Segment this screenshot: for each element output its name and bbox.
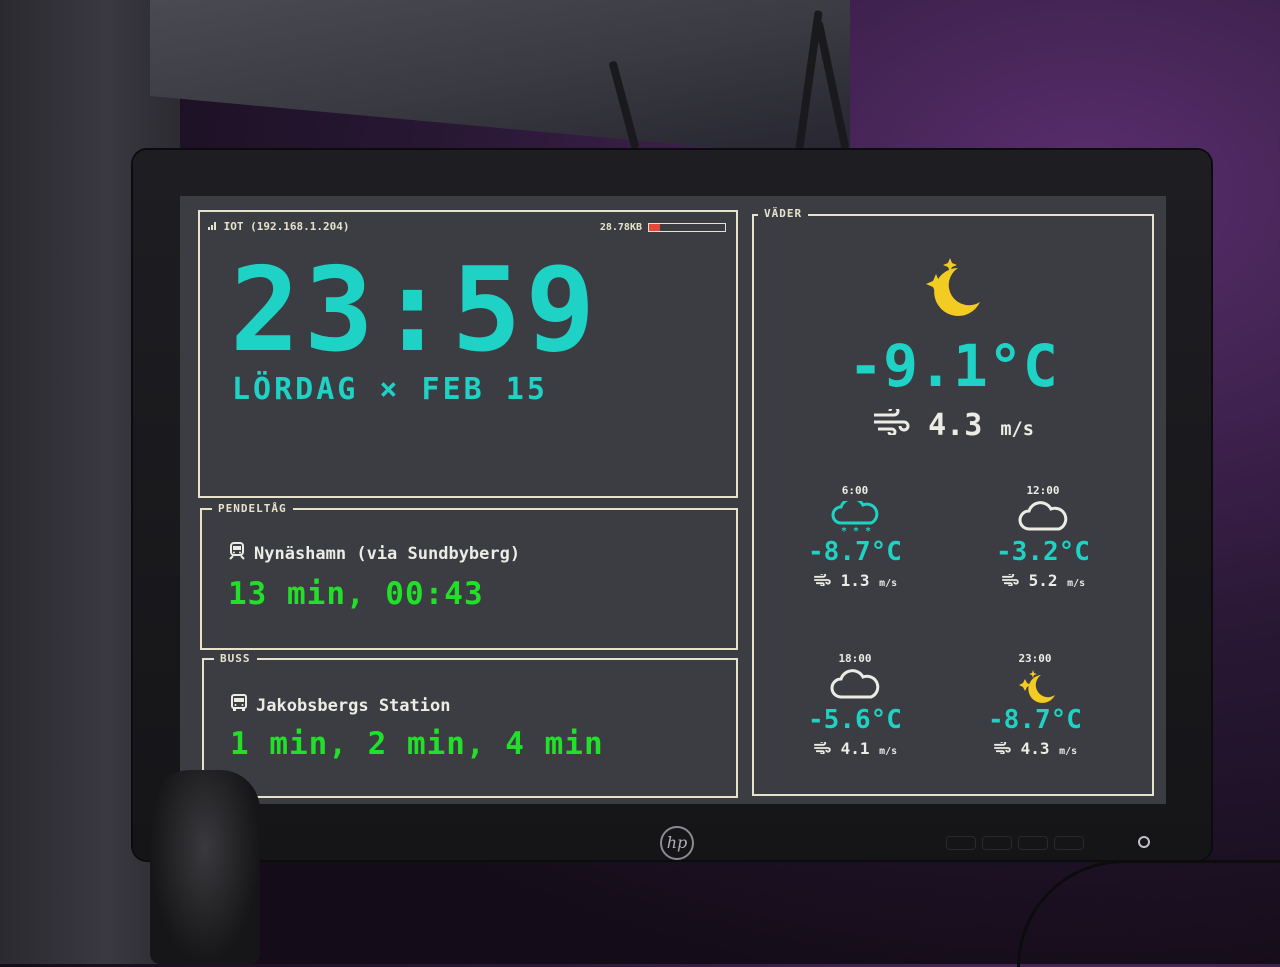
forecast-wind-unit: m/s xyxy=(1059,746,1078,757)
signal-icon xyxy=(208,220,224,233)
bus-icon xyxy=(230,694,248,717)
forecast-time: 6:00 xyxy=(841,484,869,497)
forecast-time: 12:00 xyxy=(1026,484,1060,497)
clock-date: LÖRDAG × FEB 15 xyxy=(232,372,548,407)
cloud-snow-icon: * * * xyxy=(831,501,879,535)
cloud-icon xyxy=(1018,501,1068,531)
weather-panel: VÄDER -9.1°C 4.3 m/s 6:00 * * * -8.7°C 1… xyxy=(752,206,1154,796)
forecast-temperature: -5.6°C xyxy=(808,705,902,735)
current-wind: 4.3 m/s xyxy=(754,405,1152,443)
bus-panel: BUSS Jakobsbergs Station 1 min, 2 min, 4… xyxy=(202,651,738,798)
bus-departures: 1 min, 2 min, 4 min xyxy=(230,726,604,762)
monitor-button[interactable] xyxy=(1018,836,1048,850)
train-route: Nynäshamn (via Sundbyberg) xyxy=(228,542,520,565)
network-status: IOT (192.168.1.204) xyxy=(208,220,349,233)
wind-icon xyxy=(993,739,1011,758)
svg-text:* * *: * * * xyxy=(841,526,871,535)
bottle xyxy=(150,770,260,964)
current-wind-unit: m/s xyxy=(1000,419,1034,440)
moon-stars-icon xyxy=(1019,670,1055,703)
moon-stars-icon xyxy=(914,256,986,324)
forecast-wind-unit: m/s xyxy=(1067,578,1086,589)
train-panel-label: PENDELTÅG xyxy=(212,501,293,517)
forecast-wind: 1.3 m/s xyxy=(770,571,940,590)
forecast-0600: 6:00 * * * -8.7°C 1.3 m/s xyxy=(770,484,940,590)
memory-value: 28.78KB xyxy=(599,222,642,233)
forecast-wind-speed: 4.1 xyxy=(840,739,870,758)
clock-panel: IOT (192.168.1.204) 28.78KB 23:59 LÖRDAG… xyxy=(198,210,738,498)
memory-status: 28.78KB xyxy=(600,222,726,233)
memory-bar xyxy=(648,223,726,232)
monitor-button[interactable] xyxy=(946,836,976,850)
bus-route-name: Jakobsbergs Station xyxy=(256,695,451,716)
forecast-wind: 4.3 m/s xyxy=(950,739,1120,758)
clock-time: 23:59 xyxy=(230,243,600,378)
forecast-wind: 4.1 m/s xyxy=(770,739,940,758)
forecast-1200: 12:00 -3.2°C 5.2 m/s xyxy=(958,484,1128,590)
network-name: IOT (192.168.1.204) xyxy=(223,220,350,233)
wind-icon xyxy=(872,405,928,443)
forecast-temperature: -8.7°C xyxy=(988,705,1082,735)
train-departures: 13 min, 00:43 xyxy=(228,576,484,612)
wind-icon xyxy=(813,571,831,590)
forecast-2300: 23:00 -8.7°C 4.3 m/s xyxy=(950,652,1120,758)
forecast-wind-unit: m/s xyxy=(879,578,898,589)
forecast-wind-speed: 5.2 xyxy=(1028,571,1058,590)
wind-icon xyxy=(1001,571,1019,590)
forecast-temperature: -3.2°C xyxy=(996,537,1090,567)
forecast-wind-speed: 1.3 xyxy=(840,571,870,590)
shelf-top xyxy=(150,0,850,160)
cloud-icon xyxy=(830,669,880,699)
forecast-wind-unit: m/s xyxy=(879,746,898,757)
dashboard-screen: IOT (192.168.1.204) 28.78KB 23:59 LÖRDAG… xyxy=(180,196,1166,804)
hp-logo: hp xyxy=(660,826,694,860)
forecast-temperature: -8.7°C xyxy=(808,537,902,567)
current-wind-speed: 4.3 xyxy=(928,408,983,443)
weather-panel-label: VÄDER xyxy=(758,206,809,222)
train-route-name: Nynäshamn (via Sundbyberg) xyxy=(254,543,521,564)
monitor-button[interactable] xyxy=(1054,836,1084,850)
wind-icon xyxy=(813,739,831,758)
forecast-wind-speed: 4.3 xyxy=(1020,739,1050,758)
forecast-1800: 18:00 -5.6°C 4.1 m/s xyxy=(770,652,940,758)
bus-panel-label: BUSS xyxy=(214,651,257,667)
forecast-wind: 5.2 m/s xyxy=(958,571,1128,590)
monitor-button[interactable] xyxy=(982,836,1012,850)
forecast-time: 23:00 xyxy=(1018,652,1052,665)
bus-route: Jakobsbergs Station xyxy=(230,694,450,717)
power-button[interactable] xyxy=(1138,836,1150,848)
current-temperature: -9.1°C xyxy=(848,332,1058,400)
forecast-time: 18:00 xyxy=(838,652,872,665)
train-icon xyxy=(228,542,246,565)
memory-bar-fill xyxy=(649,224,661,231)
train-panel: PENDELTÅG Nynäshamn (via Sundbyberg) 13 … xyxy=(200,501,738,650)
cable xyxy=(1017,860,1280,967)
